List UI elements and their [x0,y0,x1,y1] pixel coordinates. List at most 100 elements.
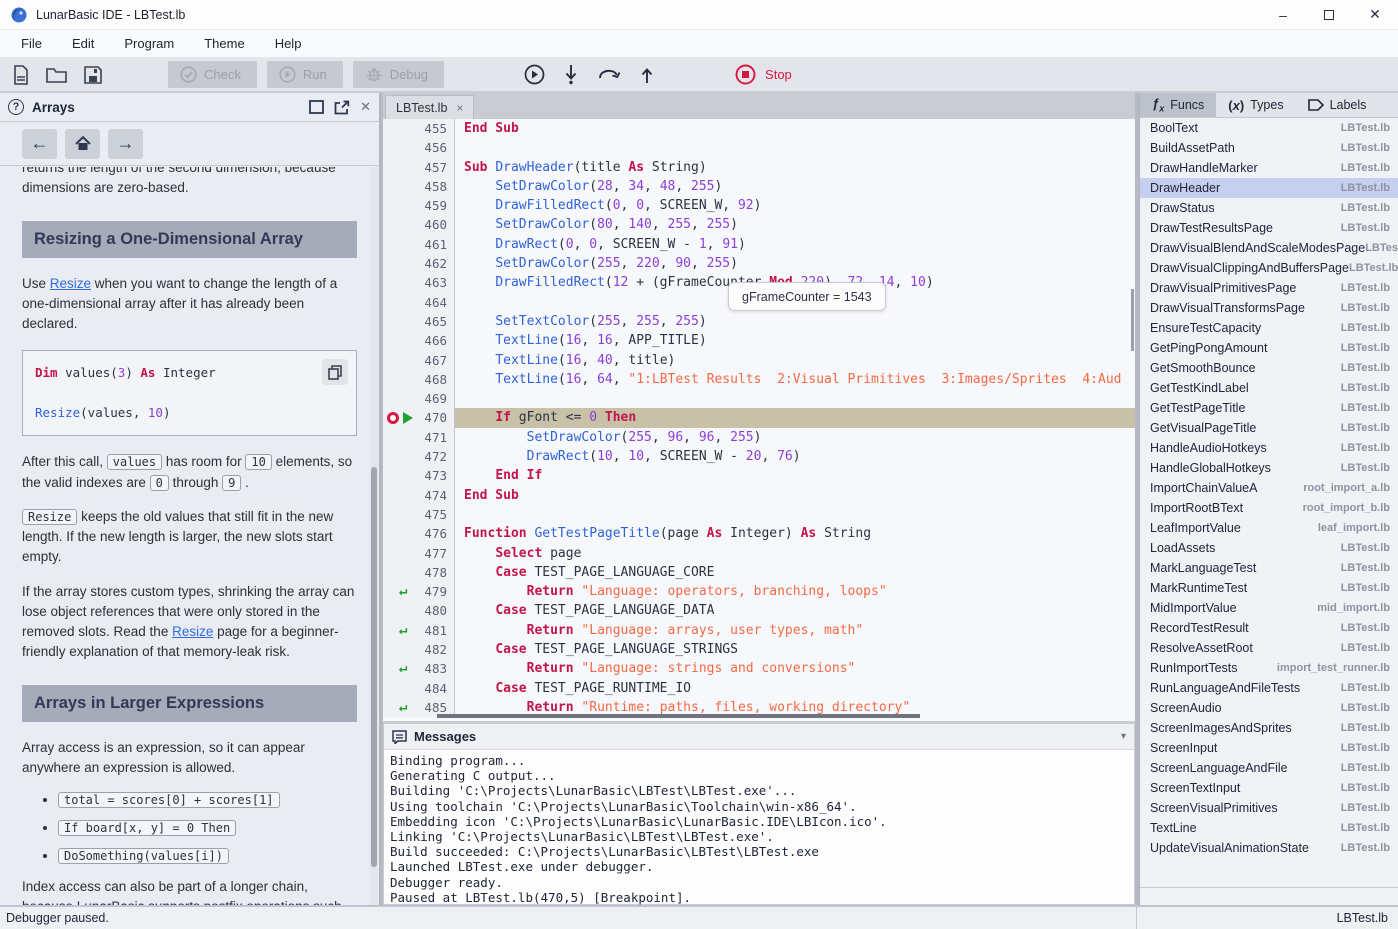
gutter[interactable]: ↵ [383,698,417,717]
gutter[interactable] [383,158,417,177]
code-line[interactable]: 461 DrawRect(0, 0, SCREEN_W - 1, 91) [383,235,1135,254]
gutter[interactable] [383,447,417,466]
menu-theme[interactable]: Theme [189,30,259,57]
run-button[interactable]: Run [267,61,343,88]
function-list-item[interactable]: ScreenAudioLBTest.lb [1140,698,1398,718]
gutter[interactable] [383,293,417,312]
function-list-item[interactable]: HandleGlobalHotkeysLBTest.lb [1140,458,1398,478]
menu-file[interactable]: File [6,30,57,57]
gutter[interactable] [383,177,417,196]
dock-panel-icon[interactable] [309,100,324,114]
editor-horizontal-scrollbar[interactable] [437,714,920,718]
code-line[interactable]: 456 [383,138,1135,157]
function-list-item[interactable]: LeafImportValueleaf_import.lb [1140,518,1398,538]
gutter[interactable] [383,601,417,620]
code-line[interactable]: ↵483 Return "Language: strings and conve… [383,659,1135,678]
gutter[interactable] [383,254,417,273]
function-list-item[interactable]: RunImportTestsimport_test_runner.lb [1140,658,1398,678]
function-list-item[interactable]: ScreenInputLBTest.lb [1140,738,1398,758]
code-line[interactable]: 458 SetDrawColor(28, 34, 48, 255) [383,177,1135,196]
close-button[interactable]: ✕ [1352,0,1398,29]
gutter[interactable] [383,196,417,215]
code-line[interactable]: 482 Case TEST_PAGE_LANGUAGE_STRINGS [383,640,1135,659]
code-line[interactable]: ↵481 Return "Language: arrays, user type… [383,621,1135,640]
gutter[interactable] [383,331,417,350]
code-line[interactable]: 459 DrawFilledRect(0, 0, SCREEN_W, 92) [383,196,1135,215]
doc-link[interactable]: Resize [50,276,91,291]
gutter[interactable] [383,679,417,698]
gutter[interactable]: ↵ [383,659,417,678]
code-line[interactable]: 473 End If [383,466,1135,485]
code-line[interactable]: 466 TextLine(16, 16, APP_TITLE) [383,331,1135,350]
breakpoint-icon[interactable] [387,412,399,424]
stop-button[interactable]: Stop [735,64,792,85]
gutter[interactable] [383,273,417,292]
code-line[interactable]: 455End Sub [383,119,1135,138]
code-line[interactable]: 478 Case TEST_PAGE_LANGUAGE_CORE [383,563,1135,582]
menu-program[interactable]: Program [109,30,189,57]
gutter[interactable] [383,389,417,408]
function-list-item[interactable]: GetSmoothBounceLBTest.lb [1140,358,1398,378]
code-line[interactable]: 471 SetDrawColor(255, 96, 96, 255) [383,428,1135,447]
tab-funcs[interactable]: ƒx Funcs [1140,93,1216,117]
gutter[interactable]: ↵ [383,582,417,601]
function-list-item[interactable]: ScreenTextInputLBTest.lb [1140,778,1398,798]
function-list-item[interactable]: GetTestPageTitleLBTest.lb [1140,398,1398,418]
function-list-item[interactable]: LoadAssetsLBTest.lb [1140,538,1398,558]
function-list-item[interactable]: EnsureTestCapacityLBTest.lb [1140,318,1398,338]
code-line[interactable]: 475 [383,505,1135,524]
code-editor[interactable]: 455End Sub456457Sub DrawHeader(title As … [383,119,1135,723]
tab-types[interactable]: (x) Types [1216,93,1295,117]
code-line[interactable]: ↵479 Return "Language: operators, branch… [383,582,1135,601]
function-list-item[interactable]: HandleAudioHotkeysLBTest.lb [1140,438,1398,458]
function-list-item[interactable]: RecordTestResultLBTest.lb [1140,618,1398,638]
function-list-item[interactable]: MarkRuntimeTestLBTest.lb [1140,578,1398,598]
code-line[interactable]: 470 If gFont <= 0 Then [383,408,1135,427]
function-list-item[interactable]: GetTestKindLabelLBTest.lb [1140,378,1398,398]
gutter[interactable] [383,370,417,389]
help-close-icon[interactable]: ✕ [360,99,371,115]
tab-close-icon[interactable]: × [456,101,463,115]
code-line[interactable]: 480 Case TEST_PAGE_LANGUAGE_DATA [383,601,1135,620]
gutter[interactable] [383,215,417,234]
popout-icon[interactable] [334,100,350,115]
function-list-item[interactable]: DrawStatusLBTest.lb [1140,198,1398,218]
doc-link[interactable]: Resize [172,624,213,639]
function-list-item[interactable]: ImportRootBTextroot_import_b.lb [1140,498,1398,518]
function-list-item[interactable]: DrawTestResultsPageLBTest.lb [1140,218,1398,238]
save-button[interactable] [78,62,108,88]
function-list-item[interactable]: DrawVisualPrimitivesPageLBTest.lb [1140,278,1398,298]
function-list-item[interactable]: DrawVisualBlendAndScaleModesPageLBTest.l… [1140,238,1398,258]
gutter[interactable] [383,640,417,659]
nav-home-button[interactable] [65,129,100,159]
gutter[interactable] [383,466,417,485]
messages-body[interactable]: Binding program...Generating C output...… [384,750,1134,908]
function-list-item[interactable]: ScreenImagesAndSpritesLBTest.lb [1140,718,1398,738]
function-list-item[interactable]: GetVisualPageTitleLBTest.lb [1140,418,1398,438]
code-line[interactable]: 468 TextLine(16, 64, "1:LBTest Results 2… [383,370,1135,389]
gutter[interactable] [383,235,417,254]
function-list-item[interactable]: DrawHeaderLBTest.lb [1140,178,1398,198]
code-line[interactable]: 477 Select page [383,544,1135,563]
code-line[interactable]: 469 [383,389,1135,408]
function-list-item[interactable]: ScreenVisualPrimitivesLBTest.lb [1140,798,1398,818]
tab-labels[interactable]: Labels [1296,93,1379,117]
function-list-item[interactable]: RunLanguageAndFileTestsLBTest.lb [1140,678,1398,698]
function-list-item[interactable]: MidImportValuemid_import.lb [1140,598,1398,618]
code-line[interactable]: 465 SetTextColor(255, 255, 255) [383,312,1135,331]
code-line[interactable]: 474End Sub [383,486,1135,505]
help-scrollbar[interactable] [370,167,378,905]
function-list-item[interactable]: DrawHandleMarkerLBTest.lb [1140,158,1398,178]
code-line[interactable]: 472 DrawRect(10, 10, SCREEN_W - 20, 76) [383,447,1135,466]
function-list-item[interactable]: UpdateVisualAnimationStateLBTest.lb [1140,838,1398,858]
code-line[interactable]: 457Sub DrawHeader(title As String) [383,158,1135,177]
gutter[interactable] [383,505,417,524]
function-list-item[interactable]: MarkLanguageTestLBTest.lb [1140,558,1398,578]
function-list-item[interactable]: ResolveAssetRootLBTest.lb [1140,638,1398,658]
gutter[interactable] [383,351,417,370]
new-file-button[interactable] [6,62,36,88]
code-line[interactable]: 462 SetDrawColor(255, 220, 90, 255) [383,254,1135,273]
continue-icon[interactable] [524,64,545,85]
function-list-item[interactable]: DrawVisualTransformsPageLBTest.lb [1140,298,1398,318]
gutter[interactable] [383,138,417,157]
